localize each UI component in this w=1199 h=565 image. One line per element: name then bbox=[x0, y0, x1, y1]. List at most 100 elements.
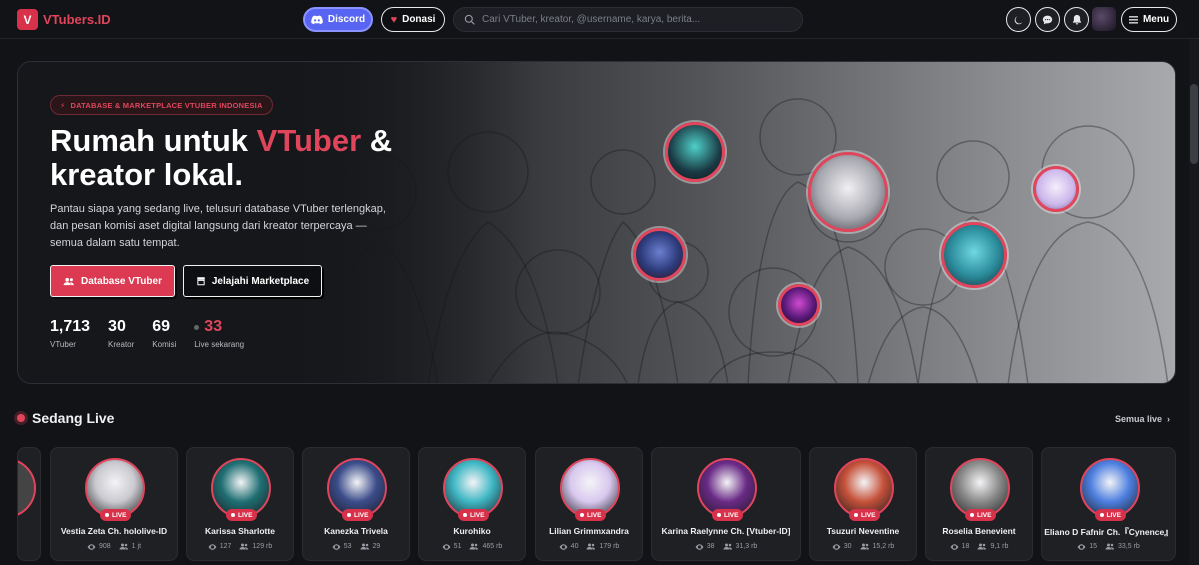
viewer-count-value: 40 bbox=[570, 543, 579, 550]
users-icon bbox=[1105, 543, 1114, 550]
live-card[interactable]: LIVE Tsuzuri Neventine 30 15,2 rb bbox=[809, 447, 917, 561]
eye-icon bbox=[87, 543, 96, 550]
live-card-name: Vestia Zeta Ch. hololive-ID bbox=[60, 526, 168, 536]
live-card-name: Eliano D Fafnir Ch.『Cynence』 bbox=[1044, 527, 1173, 537]
follower-count: 465 rb bbox=[469, 543, 502, 550]
live-card-meta: 40 179 rb bbox=[536, 543, 642, 550]
stat-label: Live sekarang bbox=[194, 340, 245, 349]
hero-description: Pantau siapa yang sedang live, telusuri … bbox=[50, 203, 386, 249]
live-card[interactable]: LIVE Roselia Benevient 18 9,1 rb bbox=[925, 447, 1033, 561]
live-card-meta: 127 129 rb bbox=[187, 543, 293, 550]
live-dot-icon bbox=[231, 513, 235, 517]
viewer-count-value: 127 bbox=[219, 543, 232, 550]
database-vtuber-button[interactable]: Database VTuber bbox=[50, 265, 175, 297]
donasi-label: Donasi bbox=[402, 14, 436, 25]
live-dot-icon bbox=[1099, 513, 1104, 517]
featured-vtuber-avatar[interactable] bbox=[808, 152, 888, 232]
eye-icon bbox=[832, 543, 841, 550]
viewer-count: 127 bbox=[208, 543, 232, 550]
viewer-count: 908 bbox=[87, 543, 111, 550]
marketplace-label: Jelajahi Marketplace bbox=[211, 275, 310, 287]
live-badge: LIVE bbox=[342, 509, 374, 521]
messages-button[interactable] bbox=[1035, 7, 1060, 32]
live-badge-text: LIVE bbox=[112, 511, 127, 519]
featured-vtuber-avatar[interactable] bbox=[633, 228, 686, 281]
live-card[interactable]: LIVE Vestia Zeta Ch. hololive-ID 908 1 jt bbox=[50, 447, 178, 561]
search-input[interactable] bbox=[482, 14, 782, 25]
live-card[interactable]: LIVE Lilian Grimmxandra 40 179 rb bbox=[535, 447, 643, 561]
live-badge-text: LIVE bbox=[470, 511, 485, 519]
viewer-count: 53 bbox=[332, 543, 352, 550]
stat-vtuber: 1,713 VTuber bbox=[50, 318, 90, 349]
users-icon bbox=[119, 543, 128, 550]
discord-button[interactable]: Discord bbox=[303, 7, 373, 32]
scrollbar-thumb[interactable] bbox=[1190, 84, 1198, 164]
follower-count-value: 33,5 rb bbox=[1118, 543, 1140, 550]
follower-count-value: 9,1 rb bbox=[990, 543, 1009, 550]
users-icon bbox=[360, 543, 369, 550]
heart-icon: ♥ bbox=[390, 13, 398, 26]
top-navbar: V VTubers.ID Discord ♥ Donasi Menu bbox=[0, 0, 1199, 39]
viewer-count: 40 bbox=[559, 543, 579, 550]
featured-vtuber-avatar[interactable] bbox=[941, 222, 1007, 288]
notifications-button[interactable] bbox=[1064, 7, 1089, 32]
eye-icon bbox=[950, 543, 959, 550]
search-bar[interactable] bbox=[453, 7, 803, 32]
live-card[interactable]: LIVE Kanezka Trivela 53 29 bbox=[302, 447, 410, 561]
marketplace-button[interactable]: Jelajahi Marketplace bbox=[183, 265, 322, 297]
logo-mark: V bbox=[17, 9, 38, 30]
live-badge: LIVE bbox=[226, 509, 258, 521]
see-all-live-link[interactable]: Semua live › bbox=[1115, 414, 1170, 424]
live-card[interactable]: LIVE Karina Raelynne Ch. [Vtuber-ID] 38 31,… bbox=[651, 447, 801, 561]
eye-icon bbox=[1077, 543, 1086, 550]
menu-button[interactable]: Menu bbox=[1121, 7, 1177, 32]
live-card-meta: 53 29 bbox=[303, 543, 409, 550]
donasi-button[interactable]: ♥ Donasi bbox=[381, 7, 445, 32]
viewer-count: 15 bbox=[1077, 543, 1097, 550]
live-card-meta: 30 15,2 rb bbox=[810, 543, 916, 550]
theme-toggle-button[interactable] bbox=[1006, 7, 1031, 32]
live-card-avatar bbox=[18, 458, 36, 518]
live-badge-text: LIVE bbox=[977, 511, 992, 519]
live-badge-text: LIVE bbox=[587, 511, 602, 519]
viewer-count: 51 bbox=[442, 543, 461, 550]
stat-value: 69 bbox=[152, 318, 171, 335]
stat-value: 30 bbox=[108, 318, 126, 335]
live-card[interactable]: LIVE Karissa Sharlotte 127 129 rb bbox=[186, 447, 294, 561]
live-badge: LIVE bbox=[100, 509, 132, 521]
live-card-partial[interactable] bbox=[17, 447, 41, 561]
eye-icon bbox=[442, 543, 451, 550]
users-icon bbox=[586, 543, 596, 550]
users-icon bbox=[723, 543, 732, 550]
page-scrollbar[interactable] bbox=[1189, 39, 1199, 565]
featured-vtuber-avatar[interactable] bbox=[778, 284, 820, 326]
live-badge: LIVE bbox=[965, 509, 997, 521]
follower-count-value: 15,2 rb bbox=[872, 543, 895, 550]
user-avatar[interactable] bbox=[1092, 7, 1116, 31]
live-card-name: Lilian Grimmxandra bbox=[549, 526, 629, 536]
stat-value: 1,713 bbox=[50, 318, 91, 335]
follower-count-value: 179 rb bbox=[599, 543, 620, 550]
viewer-count-value: 18 bbox=[961, 543, 970, 550]
hero-banner: ⚡ DATABASE & MARKETPLACE VTUBER INDONESI… bbox=[17, 61, 1176, 384]
discord-icon bbox=[311, 15, 323, 24]
live-badge-text: LIVE bbox=[1106, 511, 1121, 519]
live-dot-icon bbox=[580, 513, 584, 517]
follower-count: 1 jt bbox=[119, 543, 141, 550]
live-dot-icon bbox=[463, 513, 467, 517]
live-card-meta: 18 9,1 rb bbox=[926, 543, 1032, 550]
hero-title: Rumah untuk VTuber & kreator lokal. bbox=[50, 124, 430, 192]
follower-count-value: 1 jt bbox=[131, 543, 142, 550]
database-vtuber-label: Database VTuber bbox=[81, 275, 162, 287]
featured-vtuber-avatar[interactable] bbox=[1033, 166, 1079, 212]
users-icon bbox=[977, 543, 987, 550]
follower-count-value: 465 rb bbox=[482, 543, 503, 550]
featured-vtuber-avatar[interactable] bbox=[665, 122, 725, 182]
live-card[interactable]: LIVE Eliano D Fafnir Ch.『Cynence』 15 33,5 r… bbox=[1041, 447, 1176, 561]
viewer-count: 18 bbox=[950, 543, 970, 550]
viewer-count: 30 bbox=[832, 543, 852, 550]
follower-count: 179 rb bbox=[586, 543, 619, 550]
site-logo[interactable]: V VTubers.ID bbox=[17, 9, 111, 30]
live-card[interactable]: LIVE Kurohiko 51 465 rb bbox=[418, 447, 526, 561]
live-badge: LIVE bbox=[575, 509, 607, 521]
